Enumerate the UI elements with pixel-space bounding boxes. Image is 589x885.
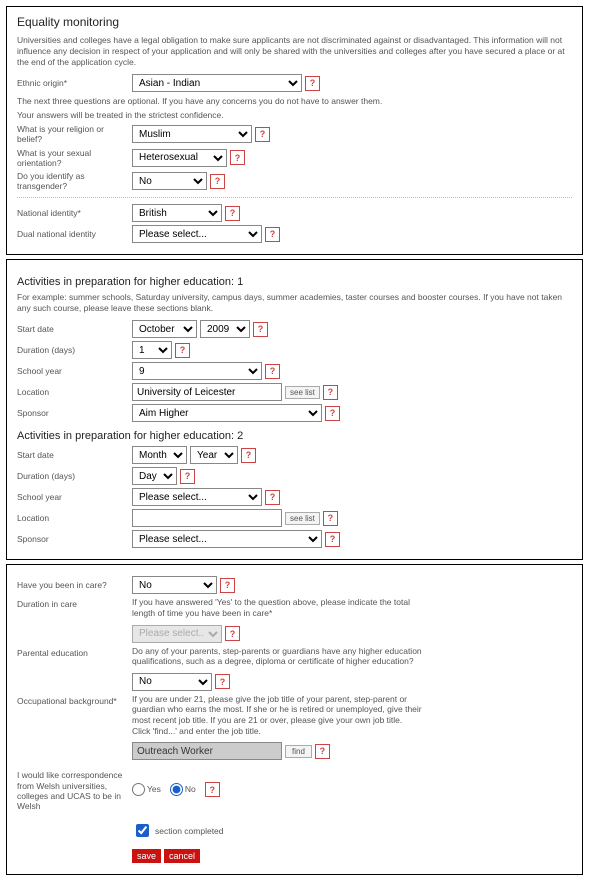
sexual-orientation-select[interactable]: Heterosexual <box>132 149 227 167</box>
equality-title: Equality monitoring <box>17 15 572 29</box>
duration-care-label: Duration in care <box>17 597 132 609</box>
duration-2-label: Duration (days) <box>17 471 132 481</box>
cancel-button[interactable]: cancel <box>164 849 200 863</box>
divider <box>17 197 572 198</box>
help-icon[interactable]: ? <box>230 150 245 165</box>
duration-1-select[interactable]: 1 <box>132 341 172 359</box>
location-2-label: Location <box>17 513 132 523</box>
religion-select[interactable]: Muslim <box>132 125 252 143</box>
help-icon[interactable]: ? <box>205 782 220 797</box>
sponsor-2-label: Sponsor <box>17 534 132 544</box>
optional-note: The next three questions are optional. I… <box>17 96 572 106</box>
help-icon[interactable]: ? <box>265 364 280 379</box>
parental-education-select[interactable]: No <box>132 673 212 691</box>
help-icon[interactable]: ? <box>253 322 268 337</box>
start-year-1-select[interactable]: 2009 <box>200 320 250 338</box>
help-icon[interactable]: ? <box>325 406 340 421</box>
sexual-orientation-label: What is your sexual orientation? <box>17 148 132 168</box>
confidence-note: Your answers will be treated in the stri… <box>17 110 572 120</box>
welsh-yes-radio[interactable] <box>132 783 145 796</box>
help-icon[interactable]: ? <box>180 469 195 484</box>
help-icon[interactable]: ? <box>325 532 340 547</box>
equality-intro: Universities and colleges have a legal o… <box>17 35 572 68</box>
sponsor-2-select[interactable]: Please select... <box>132 530 322 548</box>
national-identity-select[interactable]: British <box>132 204 222 222</box>
transgender-select[interactable]: No <box>132 172 207 190</box>
help-icon[interactable]: ? <box>241 448 256 463</box>
section-completed-label: section completed <box>155 826 224 836</box>
help-icon[interactable]: ? <box>210 174 225 189</box>
duration-2-select[interactable]: Day <box>132 467 177 485</box>
activities-panel: Activities in preparation for higher edu… <box>6 259 583 560</box>
help-icon[interactable]: ? <box>220 578 235 593</box>
help-icon[interactable]: ? <box>215 674 230 689</box>
care-label: Have you been in care? <box>17 580 132 590</box>
parental-education-label: Parental education <box>17 646 132 658</box>
help-icon[interactable]: ? <box>225 206 240 221</box>
occupational-input <box>132 742 282 760</box>
duration-care-desc: If you have answered 'Yes' to the questi… <box>132 597 422 618</box>
start-month-2-select[interactable]: Month <box>132 446 187 464</box>
sponsor-1-select[interactable]: Aim Higher <box>132 404 322 422</box>
schoolyear-1-select[interactable]: 9 <box>132 362 262 380</box>
start-date-2-label: Start date <box>17 450 132 460</box>
activities-intro: For example: summer schools, Saturday un… <box>17 292 572 314</box>
start-month-1-select[interactable]: October <box>132 320 197 338</box>
care-select[interactable]: No <box>132 576 217 594</box>
help-icon[interactable]: ? <box>323 385 338 400</box>
start-date-1-label: Start date <box>17 324 132 334</box>
parental-education-desc: Do any of your parents, step-parents or … <box>132 646 422 667</box>
location-2-input[interactable] <box>132 509 282 527</box>
transgender-label: Do you identify as transgender? <box>17 171 132 191</box>
help-icon[interactable]: ? <box>225 626 240 641</box>
start-year-2-select[interactable]: Year <box>190 446 238 464</box>
welsh-yes-option[interactable]: Yes <box>132 783 161 796</box>
background-panel: Have you been in care? No ? Duration in … <box>6 564 583 875</box>
schoolyear-2-select[interactable]: Please select... <box>132 488 262 506</box>
sponsor-1-label: Sponsor <box>17 408 132 418</box>
duration-care-select: Please select... <box>132 625 222 643</box>
activities-2-title: Activities in preparation for higher edu… <box>17 430 572 442</box>
occupational-desc: If you are under 21, please give the job… <box>132 694 422 737</box>
duration-1-label: Duration (days) <box>17 345 132 355</box>
religion-label: What is your religion or belief? <box>17 124 132 144</box>
welsh-no-radio[interactable] <box>170 783 183 796</box>
help-icon[interactable]: ? <box>305 76 320 91</box>
help-icon[interactable]: ? <box>315 744 330 759</box>
activities-1-title: Activities in preparation for higher edu… <box>17 276 572 288</box>
schoolyear-2-label: School year <box>17 492 132 502</box>
ethnic-origin-label: Ethnic origin* <box>17 78 132 88</box>
location-1-input[interactable] <box>132 383 282 401</box>
national-identity-label: National identity* <box>17 208 132 218</box>
location-1-label: Location <box>17 387 132 397</box>
help-icon[interactable]: ? <box>175 343 190 358</box>
help-icon[interactable]: ? <box>265 227 280 242</box>
see-list-1-button[interactable]: see list <box>285 386 320 399</box>
welsh-label: I would like correspondence from Welsh u… <box>17 768 132 811</box>
see-list-2-button[interactable]: see list <box>285 512 320 525</box>
help-icon[interactable]: ? <box>265 490 280 505</box>
dual-national-label: Dual national identity <box>17 229 132 239</box>
welsh-no-option[interactable]: No <box>170 783 196 796</box>
help-icon[interactable]: ? <box>323 511 338 526</box>
save-button[interactable]: save <box>132 849 161 863</box>
equality-monitoring-panel: Equality monitoring Universities and col… <box>6 6 583 255</box>
help-icon[interactable]: ? <box>255 127 270 142</box>
ethnic-origin-select[interactable]: Asian - Indian <box>132 74 302 92</box>
section-completed-checkbox[interactable] <box>136 824 149 837</box>
dual-national-select[interactable]: Please select... <box>132 225 262 243</box>
find-button[interactable]: find <box>285 745 312 758</box>
schoolyear-1-label: School year <box>17 366 132 376</box>
